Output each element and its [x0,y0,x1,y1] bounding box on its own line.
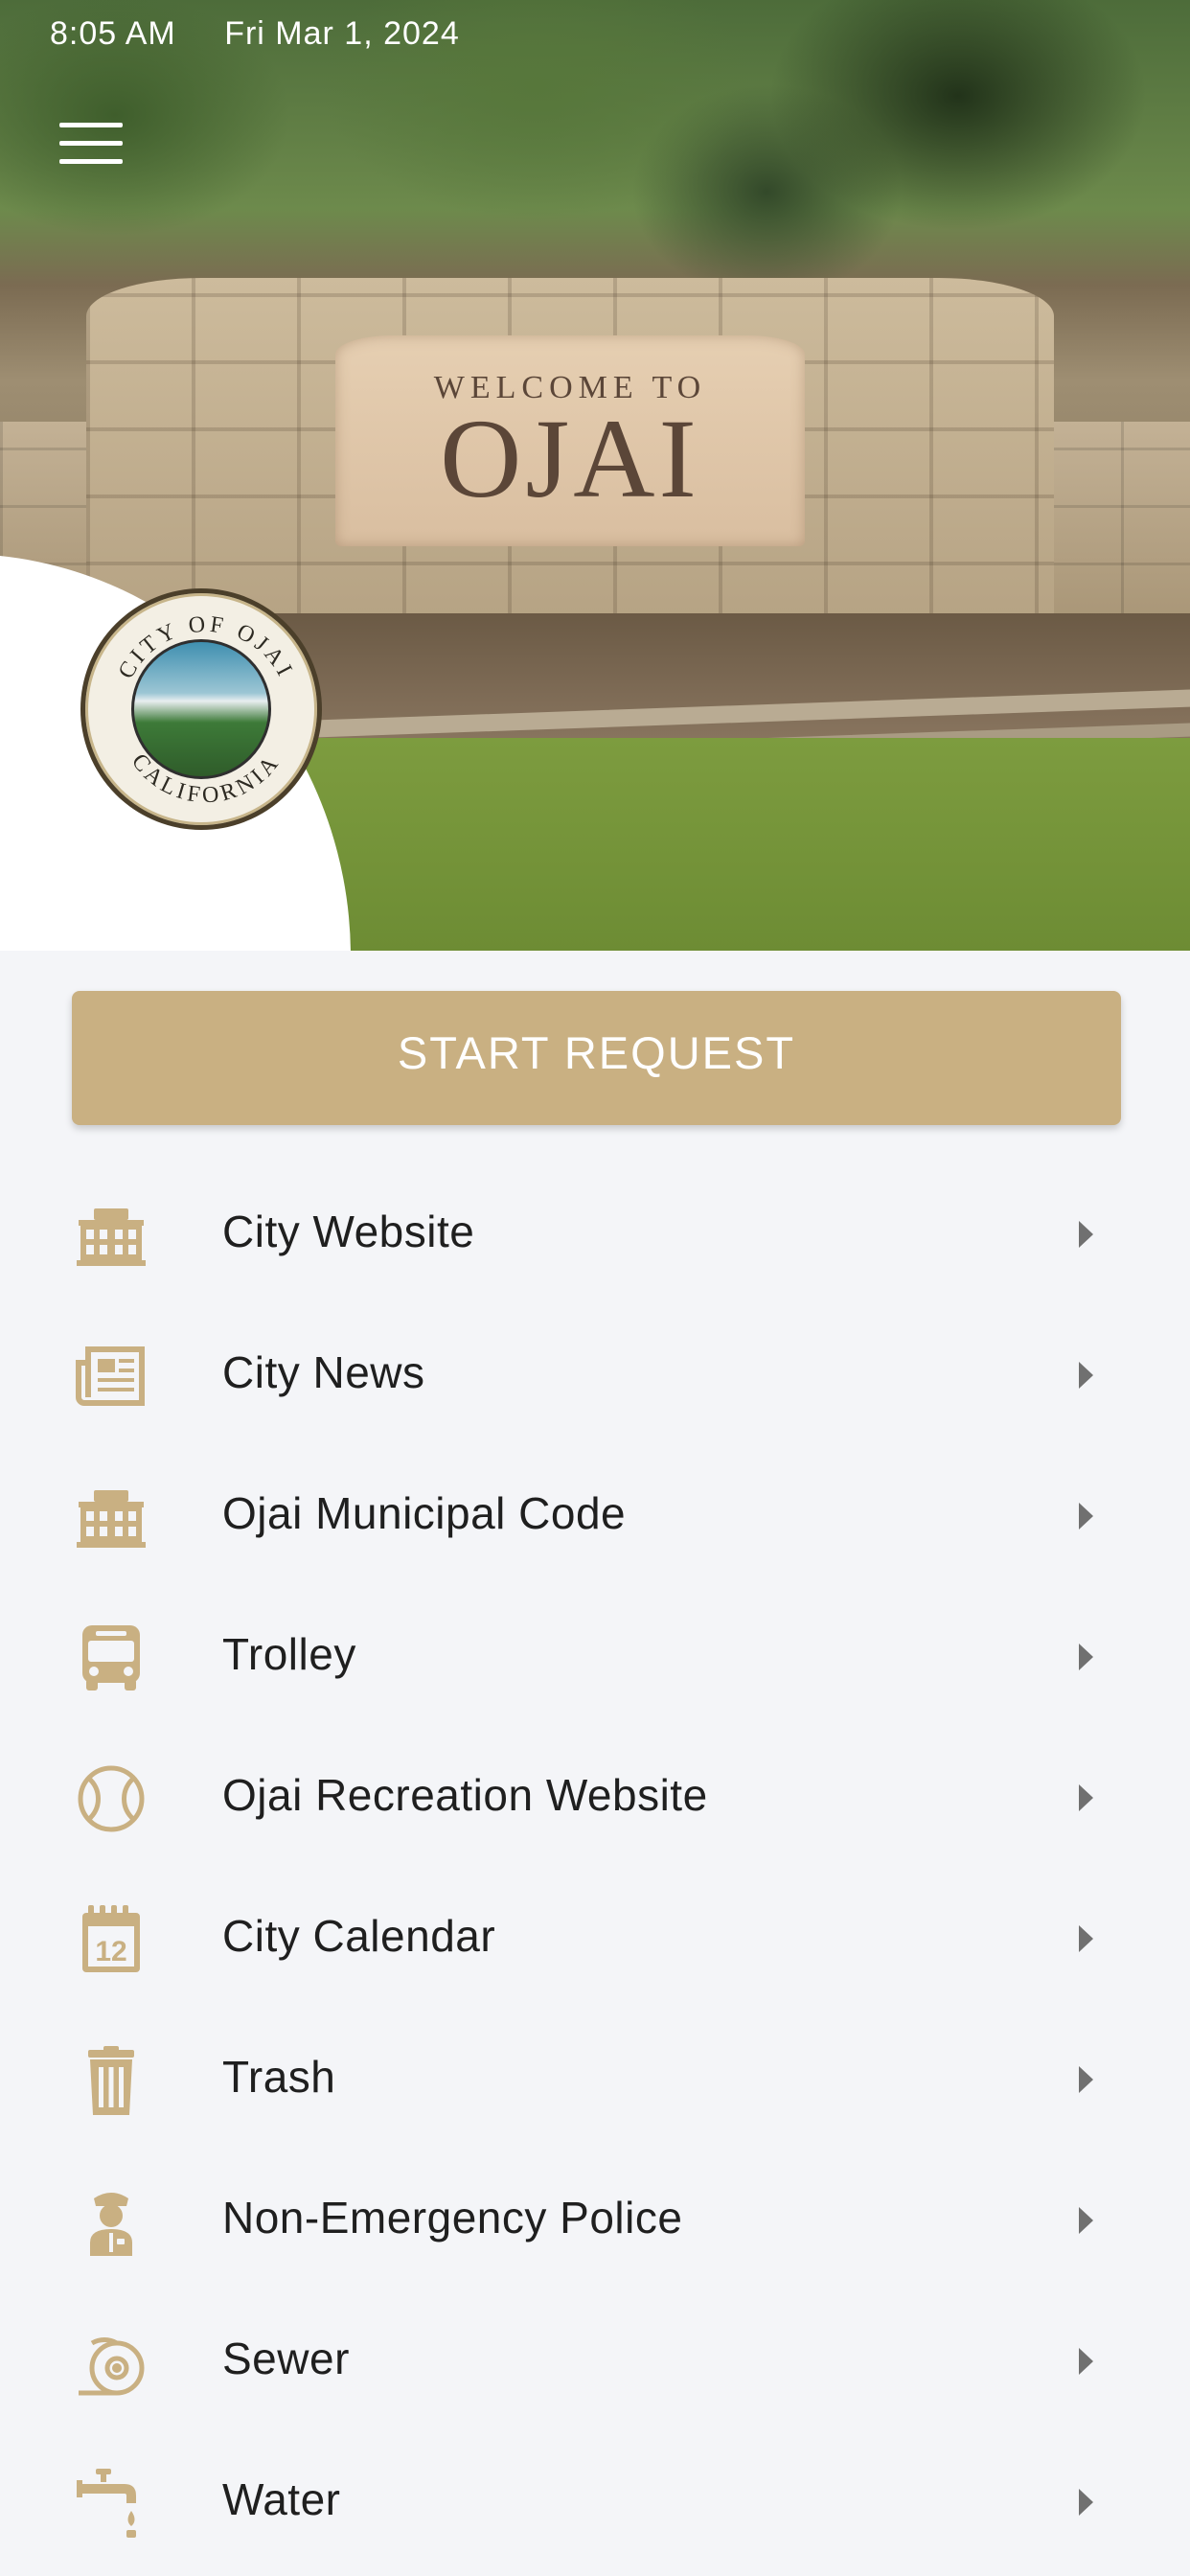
list-item-label: Trash [222,2052,336,2102]
list-item-sewer[interactable]: Sewer [0,2290,1190,2431]
list-item-city-calendar[interactable]: 12 City Calendar [0,1868,1190,2009]
list-item-non-emergency-police[interactable]: Non-Emergency Police [0,2150,1190,2290]
trash-can-icon [88,2046,134,2115]
city-seal-logo: CITY OF OJAI CALIFORNIA [80,588,322,830]
list-item-recreation[interactable]: Ojai Recreation Website [0,1727,1190,1868]
building-icon [77,1208,146,1266]
list-item-label: City News [222,1347,425,1397]
list-item-label: Trolley [222,1629,356,1679]
chevron-right-icon [1079,1925,1093,1952]
city-seal-text: CITY OF OJAI CALIFORNIA [114,611,299,809]
seal-text-bottom: CALIFORNIA [126,749,282,809]
welcome-sign: WELCOME TO OJAI [335,335,805,546]
svg-text:CALIFORNIA: CALIFORNIA [126,749,286,809]
water-faucet-icon [77,2469,136,2538]
newspaper-icon [76,1346,145,1406]
chevron-right-icon [1079,1221,1093,1248]
calendar-icon: 12 [82,1905,140,1972]
baseball-icon [78,1765,145,1832]
status-date: Fri Mar 1, 2024 [224,15,460,52]
list-item-city-website[interactable]: City Website [0,1163,1190,1304]
list-item-label: Ojai Municipal Code [222,1488,627,1538]
welcome-sign-city-name: OJAI [440,396,700,521]
chevron-right-icon [1079,2348,1093,2375]
list-item-trash[interactable]: Trash [0,2009,1190,2150]
list-item-label: Water [222,2474,341,2524]
chevron-right-icon [1079,2207,1093,2234]
list-item-water[interactable]: Water [0,2431,1190,2572]
service-list: City Website City News Ojai Municipal Co… [0,1163,1190,2572]
hero-banner: WELCOME TO OJAI CITY OF OJAI CALIFORNIA [0,0,1190,951]
seal-text-top: CITY OF OJAI [114,611,295,682]
svg-text:12: 12 [95,1936,126,1967]
list-item-label: Ojai Recreation Website [222,1770,708,1820]
list-item-city-news[interactable]: City News [0,1304,1190,1445]
chevron-right-icon [1079,1644,1093,1670]
hamburger-menu-icon[interactable] [59,123,123,167]
chevron-right-icon [1079,1784,1093,1811]
police-officer-icon [90,2193,132,2256]
list-item-label: Non-Emergency Police [222,2193,683,2242]
bus-icon [82,1625,140,1690]
list-item-label: Sewer [222,2334,350,2383]
list-item-label: City Website [222,1207,475,1256]
chevron-right-icon [1079,2066,1093,2093]
chevron-right-icon [1079,1362,1093,1389]
sewer-pipe-icon [79,2337,145,2396]
start-request-button[interactable]: START REQUEST [72,991,1121,1125]
list-item-municipal-code[interactable]: Ojai Municipal Code [0,1445,1190,1586]
chevron-right-icon [1079,1503,1093,1530]
chevron-right-icon [1079,2489,1093,2516]
status-bar: 8:05 AM Fri Mar 1, 2024 [50,15,498,53]
list-item-label: City Calendar [222,1911,496,1961]
svg-text:CITY OF OJAI: CITY OF OJAI [114,611,299,682]
list-item-trolley[interactable]: Trolley [0,1586,1190,1727]
building-icon [77,1490,146,1548]
status-time: 8:05 AM [50,15,176,52]
